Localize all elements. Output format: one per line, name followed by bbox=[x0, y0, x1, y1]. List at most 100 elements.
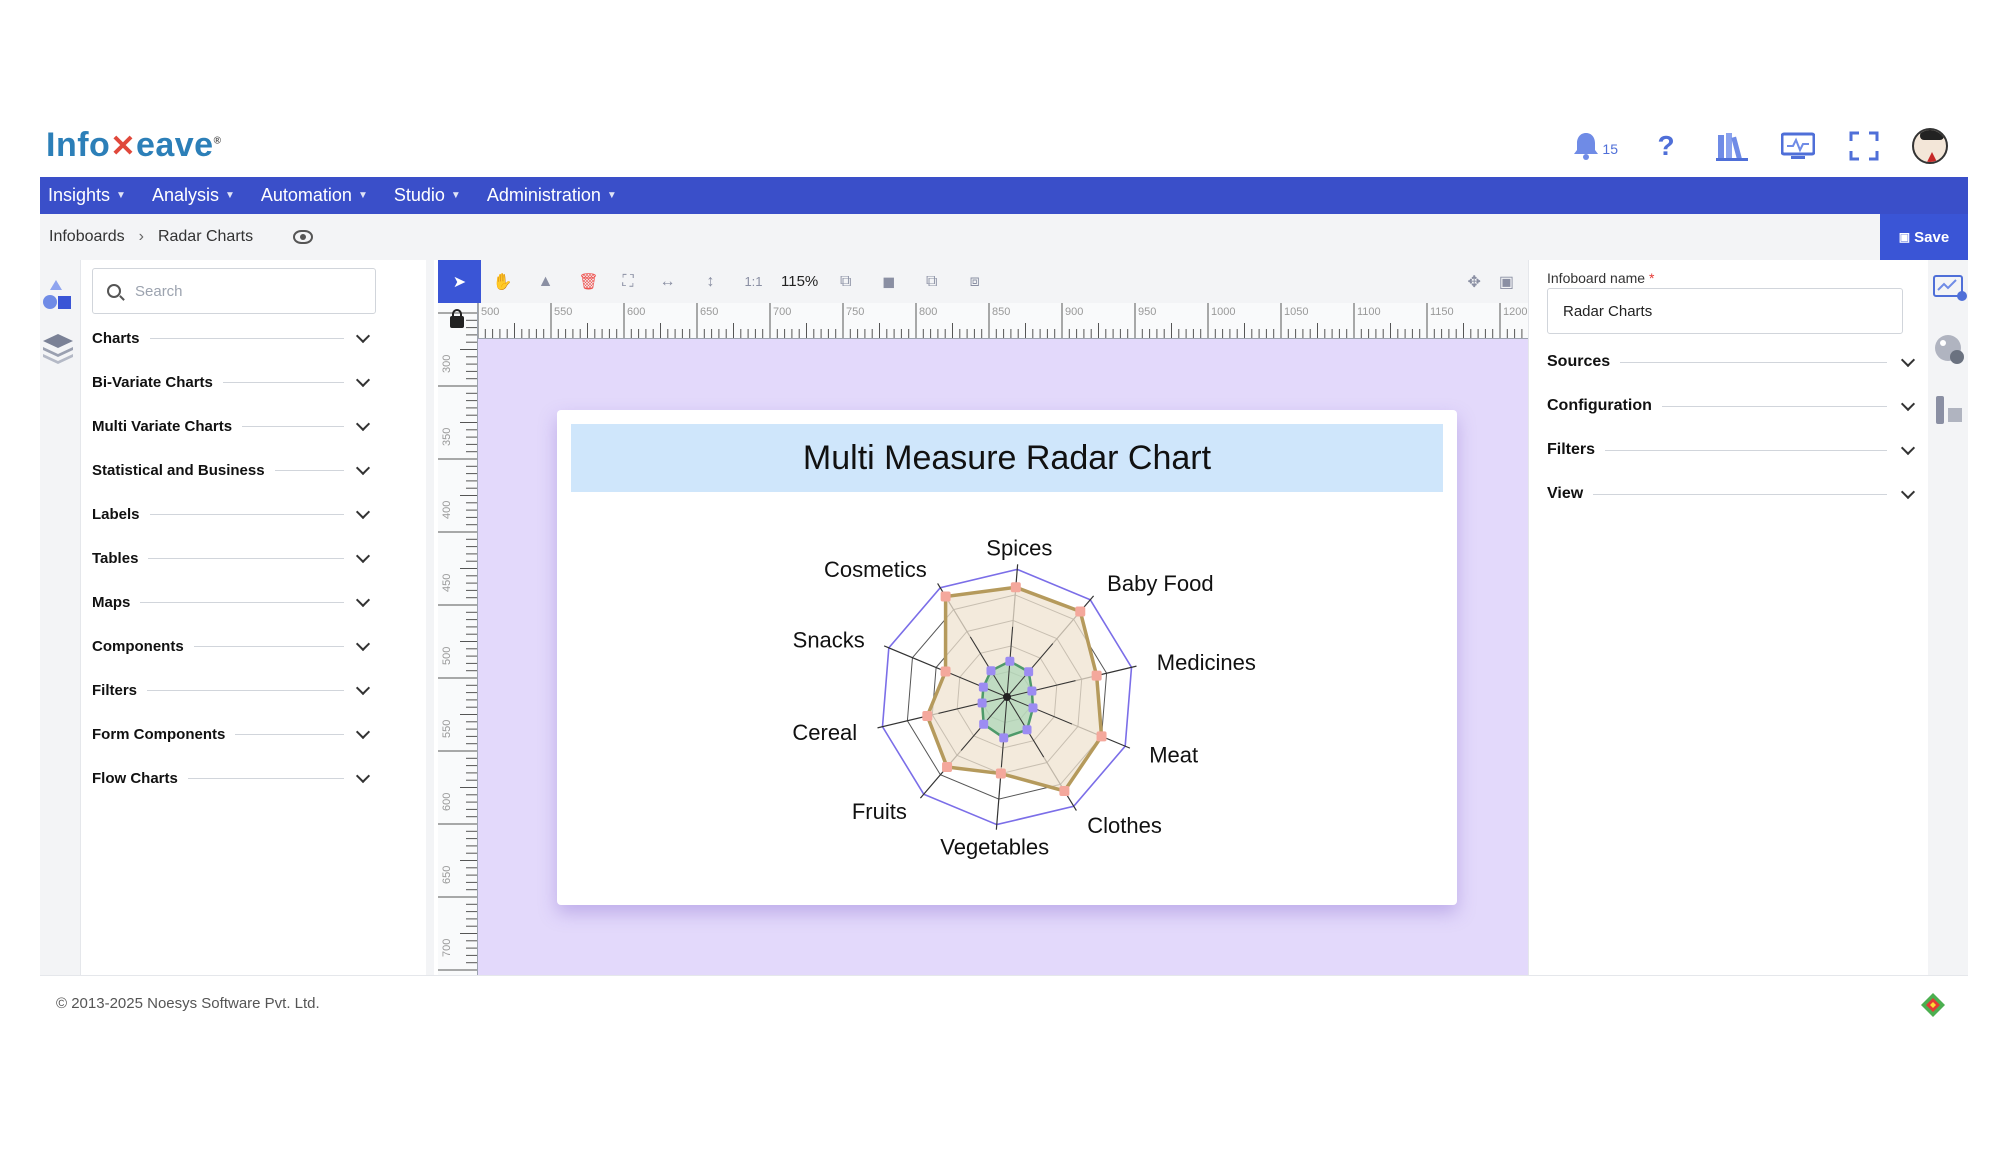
notifications-button[interactable]: 15 bbox=[1572, 131, 1618, 161]
eye-icon[interactable] bbox=[293, 230, 314, 244]
logo-weave-mark: ✕ bbox=[110, 130, 136, 163]
ruler-tick-label: 1000 bbox=[1211, 306, 1235, 318]
ruler-tick-label: 750 bbox=[846, 306, 864, 318]
category-charts[interactable]: Charts bbox=[92, 316, 376, 360]
radar-category-label: Baby Food bbox=[1107, 571, 1213, 596]
breadcrumb-current: Radar Charts bbox=[157, 228, 254, 245]
arrows-vertical-icon: ↕ bbox=[706, 272, 715, 290]
nav-automation-label: Automation bbox=[260, 185, 352, 205]
chevron-down-icon bbox=[1900, 484, 1916, 499]
category-filters[interactable]: Filters bbox=[92, 668, 376, 712]
category-label: Maps bbox=[92, 593, 131, 611]
layers-icon[interactable] bbox=[40, 330, 76, 366]
move-icon[interactable]: ✥ bbox=[1467, 272, 1480, 292]
radar-series-2-point bbox=[986, 666, 996, 676]
infoboard-name-input[interactable]: Radar Charts bbox=[1547, 288, 1903, 334]
send-backward-button[interactable]: ⧉ bbox=[910, 260, 953, 303]
chevron-down-icon bbox=[355, 372, 371, 387]
zoom-level[interactable]: 115% bbox=[781, 273, 818, 290]
category-labels[interactable]: Labels bbox=[92, 492, 376, 536]
radar-series-2-point bbox=[1027, 686, 1037, 696]
delete-button[interactable]: 🗑 bbox=[567, 260, 610, 303]
divider bbox=[149, 337, 344, 339]
radar-series-1-point bbox=[942, 761, 953, 772]
category-statistical[interactable]: Statistical and Business bbox=[92, 448, 376, 492]
radar-category-label: Spices bbox=[986, 535, 1052, 560]
radar-series-2-point bbox=[999, 733, 1009, 743]
radar-category-label: Meat bbox=[1149, 743, 1198, 768]
design-canvas: ➤ ✋ ▲ 🗑 ⛶ ↔ ↕ 1:1 115% ⧉ ◼ ⧉ ⧈ ✥ ▣ 500 55… bbox=[438, 260, 1528, 975]
select-tool-button[interactable]: ➤ bbox=[438, 260, 481, 303]
category-label: Statistical and Business bbox=[92, 461, 265, 479]
nav-automation[interactable]: Automation ▼ bbox=[261, 185, 368, 206]
help-button[interactable]: ? bbox=[1648, 128, 1684, 164]
books-icon bbox=[1716, 133, 1748, 161]
section-configuration[interactable]: Configuration bbox=[1547, 384, 1921, 428]
library-button[interactable] bbox=[1714, 128, 1750, 164]
canvas-toolbar: ➤ ✋ ▲ 🗑 ⛶ ↔ ↕ 1:1 115% ⧉ ◼ ⧉ ⧈ ✥ ▣ bbox=[438, 260, 1528, 303]
nav-analysis[interactable]: Analysis ▼ bbox=[152, 185, 235, 206]
dashboard-settings-icon[interactable] bbox=[1930, 268, 1970, 308]
category-multi-variate[interactable]: Multi Variate Charts bbox=[92, 404, 376, 448]
divider bbox=[148, 557, 344, 559]
category-label: Tables bbox=[92, 549, 139, 567]
user-avatar[interactable] bbox=[1912, 128, 1948, 164]
save-button[interactable]: ▣ Save bbox=[1880, 214, 1968, 260]
breadcrumb-root[interactable]: Infoboards bbox=[49, 228, 125, 246]
fullscreen-button[interactable] bbox=[1846, 128, 1882, 164]
widget-search-input[interactable]: Search bbox=[92, 268, 376, 314]
shapes-tool-button[interactable]: ▲ bbox=[524, 260, 567, 303]
help-icon: ? bbox=[1657, 130, 1675, 161]
bring-front-button[interactable]: ◼ bbox=[867, 260, 910, 303]
flip-vertical-button[interactable]: ↕ bbox=[689, 260, 732, 303]
infoboard-name-label-text: Infoboard name bbox=[1547, 270, 1646, 286]
divider bbox=[147, 689, 344, 691]
radar-chart-widget[interactable]: Multi Measure Radar Chart Spices Baby Foo… bbox=[557, 410, 1457, 905]
ruler-tick-label: 550 bbox=[554, 306, 572, 318]
divider bbox=[193, 645, 344, 647]
nav-insights[interactable]: Insights ▼ bbox=[48, 185, 126, 206]
section-view[interactable]: View bbox=[1547, 472, 1921, 516]
properties-sections: Sources Configuration Filters View bbox=[1547, 340, 1921, 516]
section-filters[interactable]: Filters bbox=[1547, 428, 1921, 472]
category-bi-variate[interactable]: Bi-Variate Charts bbox=[92, 360, 376, 404]
flip-horizontal-button[interactable]: ↔ bbox=[646, 260, 689, 303]
section-label: Filters bbox=[1547, 441, 1596, 458]
category-components[interactable]: Components bbox=[92, 624, 376, 668]
data-tools-icon[interactable] bbox=[1930, 390, 1970, 430]
ruler-tick-label: 650 bbox=[441, 866, 453, 884]
pan-tool-button[interactable]: ✋ bbox=[481, 260, 524, 303]
save-icon: ▣ bbox=[1898, 230, 1911, 244]
nav-administration[interactable]: Administration ▼ bbox=[487, 185, 617, 206]
footer: © 2013-2025 Noesys Software Pvt. Ltd. bbox=[40, 975, 1968, 1030]
radar-center bbox=[1003, 693, 1011, 701]
divider bbox=[235, 733, 344, 735]
logo-text-eave: eave bbox=[135, 126, 214, 164]
ruler-tick-label: 550 bbox=[441, 720, 453, 738]
radar-category-label: Fruits bbox=[852, 799, 907, 824]
fit-button[interactable]: ⛶ bbox=[610, 260, 646, 303]
divider bbox=[242, 425, 344, 427]
search-icon bbox=[107, 284, 121, 298]
theme-palette-icon[interactable] bbox=[1930, 330, 1970, 370]
monitor-button[interactable] bbox=[1780, 128, 1816, 164]
nav-studio[interactable]: Studio ▼ bbox=[394, 185, 461, 206]
category-form-components[interactable]: Form Components bbox=[92, 712, 376, 756]
actual-size-button[interactable]: 1:1 bbox=[732, 260, 775, 303]
left-tool-rail bbox=[40, 260, 80, 975]
category-flow-charts[interactable]: Flow Charts bbox=[92, 756, 376, 800]
shapes-icon[interactable] bbox=[40, 278, 76, 314]
arrows-horizontal-icon: ↔ bbox=[659, 272, 676, 290]
divider bbox=[140, 601, 344, 603]
send-back-button[interactable]: ⧈ bbox=[953, 260, 996, 303]
bring-forward-button[interactable]: ⧉ bbox=[824, 260, 867, 303]
section-label: View bbox=[1547, 485, 1584, 502]
section-sources[interactable]: Sources bbox=[1547, 340, 1921, 384]
panel-resize-handle[interactable] bbox=[426, 260, 434, 975]
brand-logo[interactable]: Info✕eave® bbox=[46, 126, 221, 165]
lock-icon[interactable] bbox=[450, 309, 464, 328]
info-icon[interactable]: ▣ bbox=[1499, 272, 1514, 292]
category-tables[interactable]: Tables bbox=[92, 536, 376, 580]
ruler-tick-label: 1100 bbox=[1357, 306, 1381, 318]
category-maps[interactable]: Maps bbox=[92, 580, 376, 624]
